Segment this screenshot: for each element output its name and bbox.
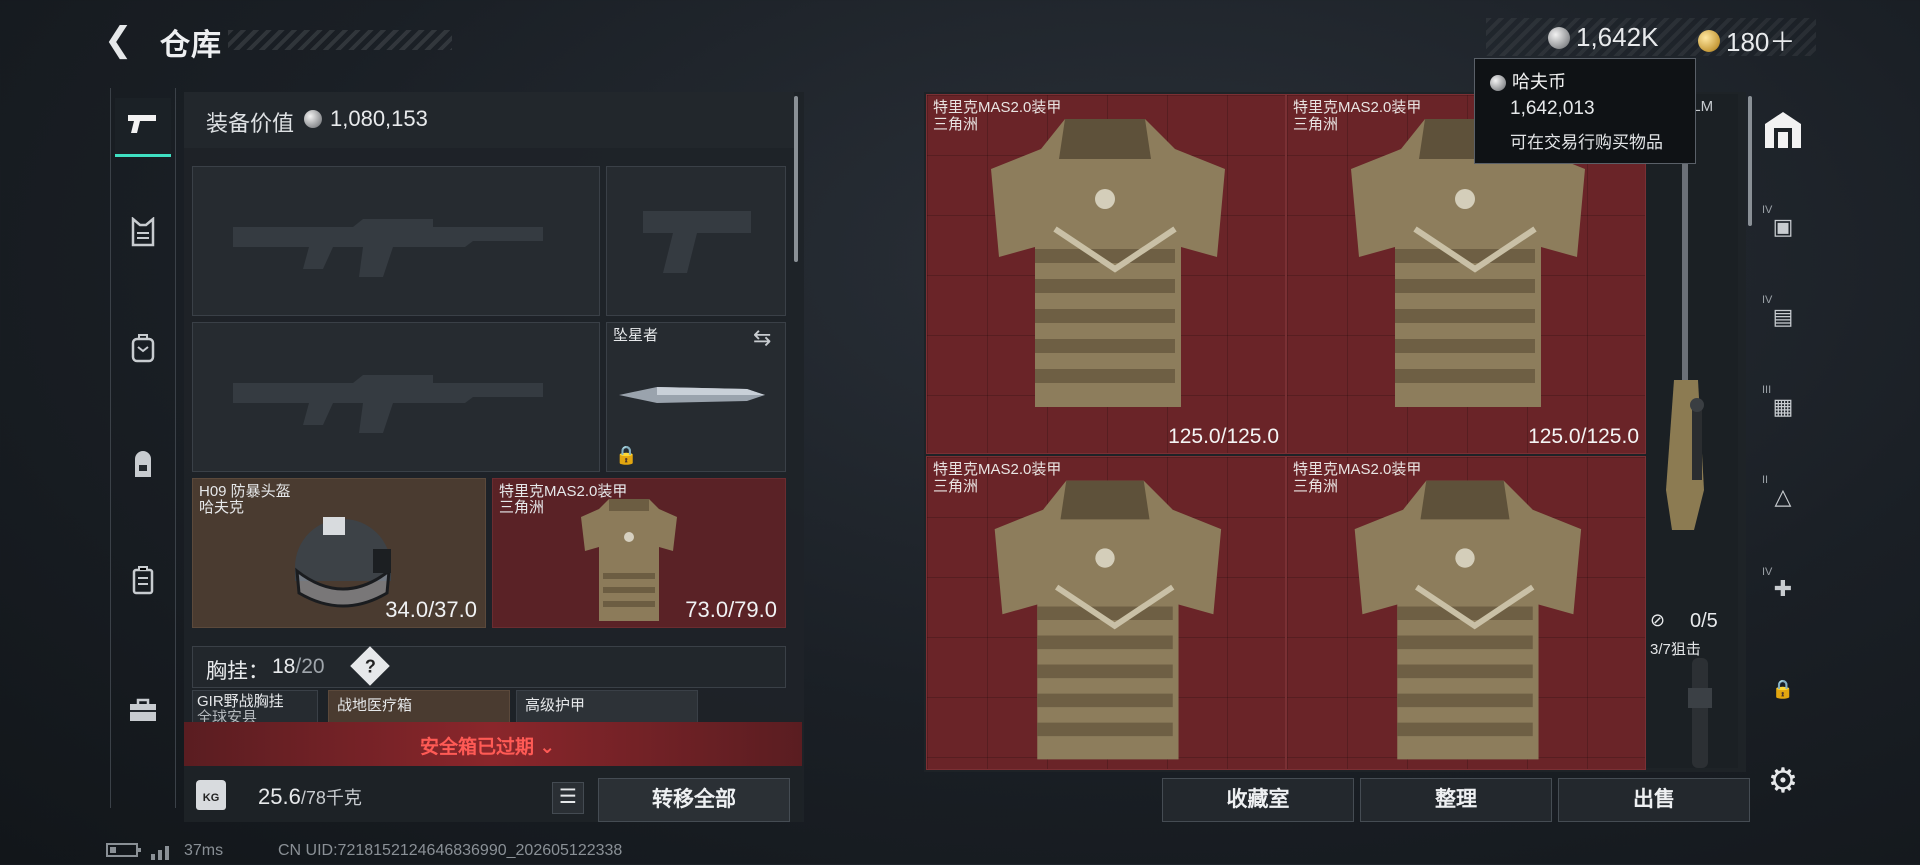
chest-rig-max: /20 [295,655,325,678]
pistol-slot[interactable] [606,166,786,316]
chevron-down-icon: ⌄ [539,737,556,758]
scope-label: 3/7狙击 [1650,641,1701,658]
tooltip-value: 1,642,013 [1510,98,1595,119]
rifle-silhouette-icon [233,375,543,433]
premium-amount: 180＋ [1726,27,1796,57]
case-icon[interactable] [115,558,171,614]
grid-item[interactable]: 特里克MAS2.0装甲 三角洲 [926,456,1286,770]
armor-slot[interactable]: 特里克MAS2.0装甲 三角洲 73.0/79.0 [492,478,786,628]
scope-icon[interactable] [1680,658,1720,768]
rig-item-name: GIR野战胸挂 [197,693,284,710]
item-count: 0/5 [1690,610,1718,632]
grid-item[interactable]: 特里克MAS2.0装甲 三角洲 [1286,456,1646,770]
tooltip-title: 哈夫币 [1490,68,1566,94]
left-scrollbar[interactable] [794,96,798,262]
bag-icon[interactable] [115,442,171,498]
equipment-value-label: 装备价值 [206,111,295,136]
armor-condition: 73.0/79.0 [685,597,777,622]
melee-name: 坠星者 [613,327,659,344]
page-title: 仓库 [160,29,222,62]
storage-iv-3-icon[interactable]: IV ✚ [1758,564,1808,614]
transfer-all-button[interactable]: 转移全部 [598,778,790,822]
armor-vest-icon [581,499,677,621]
gear-icon[interactable]: ⚙ [1758,756,1808,806]
haf-coin-icon [304,110,322,128]
grid-item[interactable]: 特里克MAS2.0装甲 三角洲 125.0/125.0 [926,94,1286,454]
lock-icon[interactable]: 🔒 [1758,664,1808,714]
weight-max: /78千克 [300,788,362,808]
tooltip-description: 可在交易行购买物品 [1510,133,1663,152]
helmet-slot[interactable]: H09 防暴头盔 哈夫克 34.0/37.0 [192,478,486,628]
lock-icon: 🔒 [615,445,638,465]
equipment-value: 1,080,153 [330,106,428,131]
category-rail [110,88,176,808]
pistol-silhouette-icon [643,211,751,273]
ping-display: 37ms [184,842,224,859]
secondary-weapon-slot[interactable] [192,322,600,472]
haf-coin-icon [1490,75,1506,92]
helmet-condition: 34.0/37.0 [385,597,477,622]
grid-scrollbar[interactable] [1748,96,1752,226]
knife-icon [619,387,765,403]
chest-rig-capacity: 18/20 [272,655,325,679]
helmet-brand: 哈夫克 [199,499,245,516]
haf-coin-amount: 1,642K [1576,22,1659,52]
melee-slot[interactable]: 坠星者 ⇆ 🔒 [606,322,786,472]
haf-coin-icon [1548,26,1570,49]
chest-rig-label: 胸挂： [206,660,269,683]
pistol-icon[interactable] [115,98,171,157]
backpack-icon[interactable] [115,326,171,382]
storage-iv-2-icon[interactable]: IV ▤ [1758,292,1808,342]
sell-button[interactable]: 出售 [1558,778,1750,822]
title-decoration [228,30,452,50]
battery-icon [106,842,142,863]
premium-currency-display[interactable]: 180＋ [1698,22,1795,59]
armor-vest-icon [994,480,1222,760]
chest-rig-count: 18 [272,655,296,678]
vest-icon[interactable] [115,210,171,266]
armor-brand: 三角洲 [499,499,545,516]
warehouse-icon[interactable] [1758,110,1808,160]
grid-item-condition: 125.0/125.0 [1528,425,1639,448]
list-view-button[interactable]: ☰ [552,782,584,814]
storage-ii-icon[interactable]: II △ [1758,472,1808,522]
rig-item-name: 高级护甲 [525,697,586,714]
secure-container-status: 安全箱已过期 ⌄ [420,737,556,758]
haf-coin-display[interactable]: 1,642K [1548,22,1658,53]
armor-vest-icon [991,119,1225,407]
weight-icon: KG [196,780,226,810]
signal-icon [150,842,174,865]
weight-current: 25.6 [258,784,301,809]
storage-iv-icon[interactable]: IV ▣ [1758,202,1808,252]
premium-coin-icon [1698,29,1720,52]
collection-room-button[interactable]: 收藏室 [1162,778,1354,822]
user-uid: CN UID:7218152124646836990_202605122338 [278,842,623,859]
grid-item-condition: 125.0/125.0 [1168,425,1279,448]
back-icon[interactable]: ❮ [104,22,140,58]
primary-weapon-slot[interactable] [192,166,600,316]
armor-vest-icon [1354,480,1582,760]
rifle-silhouette-icon [233,219,543,277]
weight-display: 25.6/78千克 [258,784,362,810]
toolbox-icon[interactable] [115,686,171,742]
sort-button[interactable]: 整理 [1360,778,1552,822]
storage-rail: IV ▣ IV ▤ III ▦ II △ IV ✚ 🔒 ⚙ [1756,92,1810,800]
rig-item-name: 战地医疗箱 [337,697,413,714]
swap-icon[interactable]: ⇆ [753,325,771,351]
storage-iii-icon[interactable]: III ▦ [1758,382,1808,432]
no-slot-icon: ⊘ [1650,610,1666,630]
sniper-rifle-icon[interactable] [1656,150,1716,570]
